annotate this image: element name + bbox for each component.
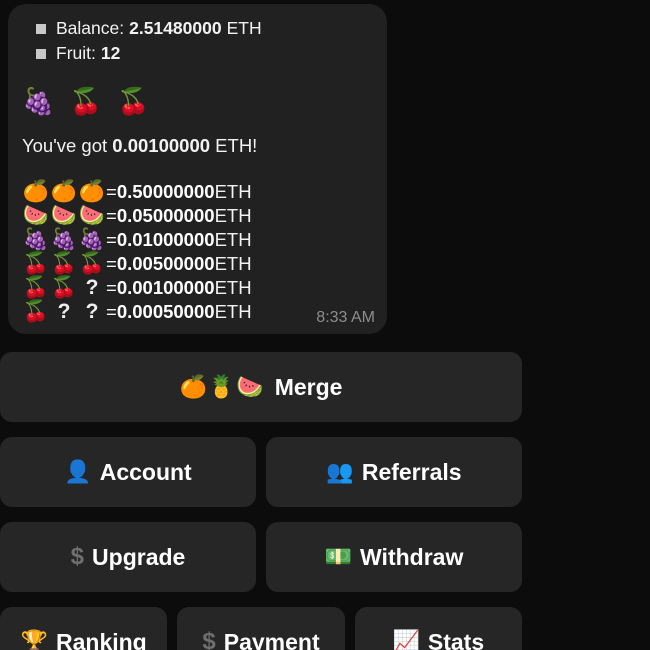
paytable-amount: 0.00500000 <box>116 253 215 274</box>
paytable-unit: ETH <box>214 229 252 250</box>
paytable-symbol-1: 🍇 <box>22 228 50 251</box>
keyboard-row: $ Upgrade 💵 Withdraw <box>0 522 522 592</box>
keyboard-row: 🏆 Ranking $ Payment 📈 Stats <box>0 607 522 650</box>
balance-label: Balance: <box>56 18 125 38</box>
ranking-button-label: Ranking <box>56 628 147 650</box>
win-prefix: You've got <box>22 135 113 156</box>
message-timestamp: 8:33 AM <box>316 309 375 326</box>
balance-row: Balance: 2.51480000 ETH <box>22 16 375 41</box>
payment-button[interactable]: $ Payment <box>177 607 345 650</box>
paytable-row: 🍒 ? ? = 0.00050000 ETH <box>22 300 252 324</box>
paytable-unit: ETH <box>214 301 252 322</box>
paytable-equals: = <box>106 277 117 298</box>
win-suffix: ETH! <box>210 135 258 156</box>
withdraw-button[interactable]: 💵 Withdraw <box>266 522 522 592</box>
paytable-symbol-2: ? <box>57 300 71 323</box>
fruit-label: Fruit: <box>56 43 96 63</box>
balance-value: 2.51480000 <box>129 18 222 38</box>
paytable-equals: = <box>106 229 117 250</box>
banknote-icon: 💵 <box>324 544 353 569</box>
paytable-amount: 0.00050000 <box>116 301 215 322</box>
ranking-button[interactable]: 🏆 Ranking <box>0 607 168 650</box>
fruits-icon: 🍊🍍🍉 <box>179 374 265 399</box>
paytable-row: 🍇 🍇 🍇 = 0.01000000 ETH <box>22 228 252 252</box>
paytable-symbol-3: 🍒 <box>78 252 106 275</box>
chart-increasing-icon: 📈 <box>392 629 420 650</box>
paytable-symbol-1: 🍒 <box>22 300 50 323</box>
merge-button-label: Merge <box>274 373 343 400</box>
referrals-button-label: Referrals <box>361 458 462 485</box>
keyboard-row: 🍊🍍🍉 Merge <box>0 352 522 422</box>
paytable-symbol-2: 🍉 <box>50 204 78 227</box>
paytable-unit: ETH <box>214 205 252 226</box>
paytable-symbol-1: 🍊 <box>22 180 50 203</box>
paytable-symbol-1: 🍒 <box>22 252 50 275</box>
referrals-button[interactable]: 👥 Referrals <box>266 437 522 507</box>
payment-button-label: Payment <box>223 628 320 650</box>
paytable-symbol-1: 🍒 <box>22 276 50 299</box>
paytable-row: 🍊 🍊 🍊 = 0.50000000 ETH <box>22 180 252 204</box>
paytable-row: 🍒 🍒 ? = 0.00100000 ETH <box>22 276 252 300</box>
paytable-equals: = <box>106 253 117 274</box>
custom-keyboard: 🍊🍍🍉 Merge 👤 Account 👥 Referrals $ Upgrad… <box>0 352 522 650</box>
paytable-unit: ETH <box>214 181 252 202</box>
account-button[interactable]: 👤 Account <box>0 437 256 507</box>
fruit-row: Fruit: 12 <box>22 41 375 66</box>
stats-button-label: Stats <box>427 628 485 650</box>
stats-button[interactable]: 📈 Stats <box>354 607 522 650</box>
paytable-symbol-2: 🍒 <box>50 276 78 299</box>
upgrade-button[interactable]: $ Upgrade <box>0 522 256 592</box>
paytable-row: 🍒 🍒 🍒 = 0.00500000 ETH <box>22 252 252 276</box>
paytable-unit: ETH <box>214 253 252 274</box>
paytable-symbol-3: ? <box>85 300 99 323</box>
paytable-symbol-3: 🍊 <box>78 180 106 203</box>
bot-message-bubble: Balance: 2.51480000 ETH Fruit: 12 🍇 🍒 🍒 … <box>8 4 387 334</box>
paytable: 🍊 🍊 🍊 = 0.50000000 ETH 🍉 🍉 🍉 = 0.0500000… <box>22 180 252 324</box>
account-button-label: Account <box>99 458 192 485</box>
person-icon: 👤 <box>64 459 92 484</box>
keyboard-row: 👤 Account 👥 Referrals <box>0 437 522 507</box>
paytable-equals: = <box>106 301 117 322</box>
win-amount: 0.00100000 <box>112 135 211 156</box>
paytable-symbol-1: 🍉 <box>22 204 50 227</box>
paytable-equals: = <box>106 205 117 226</box>
upgrade-button-label: Upgrade <box>92 543 186 570</box>
paytable-symbol-2: 🍒 <box>50 252 78 275</box>
paytable-symbol-3: 🍇 <box>78 228 106 251</box>
balance-unit: ETH <box>226 18 262 38</box>
trophy-icon: 🏆 <box>20 629 48 650</box>
paytable-symbol-2: 🍇 <box>50 228 78 251</box>
bullet-square-icon <box>36 48 46 59</box>
paytable-amount: 0.00100000 <box>116 277 215 298</box>
spin-result-reels: 🍇 🍒 🍒 <box>22 86 154 116</box>
chat-screen: Balance: 2.51480000 ETH Fruit: 12 🍇 🍒 🍒 … <box>0 0 650 650</box>
fruit-value: 12 <box>100 43 121 63</box>
paytable-symbol-2: 🍊 <box>50 180 78 203</box>
people-icon: 👥 <box>326 459 354 484</box>
dollar-icon: $ <box>70 543 85 570</box>
paytable-symbol-3: 🍉 <box>78 204 106 227</box>
paytable-symbol-3: ? <box>85 276 99 299</box>
win-message: You've got 0.00100000 ETH! <box>22 134 375 158</box>
merge-button[interactable]: 🍊🍍🍉 Merge <box>0 352 522 422</box>
paytable-row: 🍉 🍉 🍉 = 0.05000000 ETH <box>22 204 252 228</box>
paytable-equals: = <box>106 181 117 202</box>
paytable-amount: 0.50000000 <box>116 181 215 202</box>
withdraw-button-label: Withdraw <box>360 543 464 570</box>
paytable-unit: ETH <box>214 277 252 298</box>
bullet-square-icon <box>36 23 46 34</box>
dollar-icon: $ <box>202 628 216 650</box>
paytable-amount: 0.01000000 <box>116 229 215 250</box>
paytable-amount: 0.05000000 <box>116 205 215 226</box>
